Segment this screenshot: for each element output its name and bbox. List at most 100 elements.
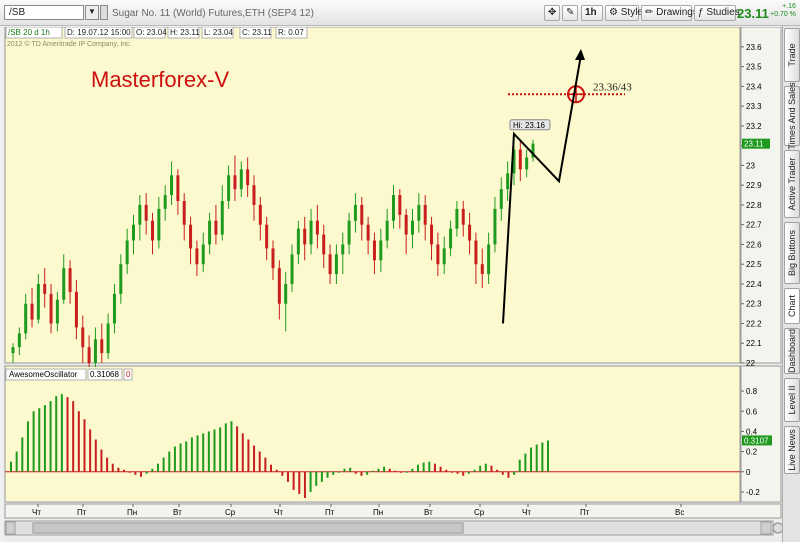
- osc-bar: [496, 469, 499, 472]
- studies-label: Studies: [706, 7, 740, 18]
- candle-body: [36, 283, 40, 320]
- time-tick-label: Пн: [127, 508, 137, 517]
- osc-bar: [49, 401, 52, 472]
- symbol-edit-button[interactable]: [100, 5, 108, 20]
- side-tab-dashboard[interactable]: Dashboard: [784, 328, 800, 374]
- osc-bar: [270, 464, 273, 472]
- candle-body: [391, 195, 395, 221]
- price-tick-label: 22.1: [746, 339, 762, 348]
- side-tab-live-news[interactable]: Live News: [784, 426, 800, 474]
- candle-body: [208, 220, 212, 245]
- time-tick-label: Чт: [32, 508, 41, 517]
- candle-body: [449, 228, 453, 249]
- osc-bar: [484, 463, 487, 472]
- candle-body: [436, 244, 440, 265]
- time-axis-bg: [4, 503, 782, 519]
- candle-body: [189, 224, 193, 249]
- oscillator-panel-bg: [4, 365, 741, 503]
- side-tab-trade[interactable]: Trade: [784, 28, 800, 82]
- osc-bar: [337, 471, 340, 473]
- candle-body: [195, 248, 199, 265]
- osc-bar: [541, 442, 544, 472]
- candle-body: [468, 224, 472, 241]
- side-tab-active-trader[interactable]: Active Trader: [784, 150, 800, 218]
- price-chart[interactable]: /SB 20 d 1h D: 19.07.12 15:00 O: 23.04 H: 2…: [3, 27, 783, 542]
- target-label: 23.36/43: [593, 81, 632, 93]
- candle-body: [49, 293, 53, 324]
- high-label: Hi: 23.16: [513, 121, 546, 130]
- scroll-right-button: [760, 521, 772, 535]
- candle-body: [151, 220, 155, 241]
- osc-bar: [168, 451, 171, 472]
- candle-body: [487, 244, 491, 275]
- style-button[interactable]: ⚙ Style: [605, 5, 643, 21]
- candle-body: [328, 254, 332, 275]
- side-tab-big-buttons[interactable]: Big Buttons: [784, 222, 800, 284]
- candle-body: [87, 347, 91, 363]
- candle-body: [55, 299, 59, 324]
- candle-body: [455, 208, 459, 229]
- price-axis-bg: [740, 27, 782, 364]
- header-field-4: L: 23.04: [204, 28, 233, 37]
- candle-body: [341, 244, 345, 255]
- crosshair-button[interactable]: ✥: [544, 5, 560, 21]
- header-field-5: C: 23.11: [242, 28, 272, 37]
- side-tab-times-and-sales[interactable]: Times And Sales: [784, 82, 800, 150]
- osc-bar: [21, 437, 24, 472]
- style-label: Style: [620, 7, 643, 18]
- drawings-label: Drawings: [656, 7, 698, 18]
- candle-body: [322, 234, 326, 255]
- osc-bar: [77, 411, 80, 472]
- osc-bar: [309, 471, 312, 492]
- time-tick-label: Чт: [522, 508, 531, 517]
- candle-body: [372, 240, 376, 261]
- osc-bar: [507, 471, 510, 478]
- candle-body: [309, 220, 313, 245]
- osc-bar: [179, 443, 182, 472]
- symbol-input[interactable]: /SB: [4, 5, 84, 20]
- timeframe-button[interactable]: 1h: [581, 5, 603, 21]
- candle-body: [163, 195, 167, 209]
- price-tick-label: 22.3: [746, 300, 762, 309]
- candle-body: [100, 339, 104, 354]
- tools-button[interactable]: ✎: [562, 5, 578, 21]
- candle-body: [258, 204, 262, 225]
- candle-body: [119, 264, 123, 294]
- price-tick-label: 22.7: [746, 221, 762, 230]
- header-field-6: R: 0.07: [278, 28, 304, 37]
- osc-bar: [518, 459, 521, 472]
- candle-body: [252, 185, 256, 205]
- drawings-button[interactable]: ✏ Drawings: [641, 5, 698, 21]
- osc-bar: [123, 469, 126, 472]
- osc-bar: [38, 408, 41, 472]
- side-tab-chart[interactable]: Chart: [784, 288, 800, 324]
- osc-bar: [400, 471, 403, 473]
- candle-body: [11, 347, 15, 354]
- candle-body: [385, 220, 389, 241]
- osc-bar: [501, 471, 504, 475]
- symbol-dropdown-button[interactable]: ▼: [85, 5, 99, 20]
- candle-body: [112, 293, 116, 324]
- pencil-icon: ✏: [645, 7, 654, 18]
- osc-bar: [83, 419, 86, 472]
- osc-bar: [326, 471, 329, 478]
- price-tick-label: 22.4: [746, 280, 762, 289]
- time-tick-label: Вт: [173, 508, 182, 517]
- osc-bar: [60, 394, 63, 472]
- price-tick-label: 22.5: [746, 260, 762, 269]
- osc-bar: [111, 463, 114, 472]
- osc-bar: [354, 471, 357, 474]
- candle-body: [81, 327, 85, 348]
- osc-bar: [100, 449, 103, 472]
- studies-button[interactable]: ƒ Studies: [694, 5, 740, 21]
- price-tick-label: 23: [746, 161, 755, 170]
- osc-bar: [89, 429, 92, 472]
- time-tick-label: Чт: [274, 508, 283, 517]
- side-tab-level-ii[interactable]: Level II: [784, 378, 800, 422]
- osc-bar: [258, 451, 261, 472]
- osc-bar: [473, 469, 476, 472]
- osc-bar: [445, 469, 448, 472]
- osc-bar: [156, 463, 159, 472]
- candle-body: [430, 224, 434, 245]
- price-tick-label: 22.9: [746, 181, 762, 190]
